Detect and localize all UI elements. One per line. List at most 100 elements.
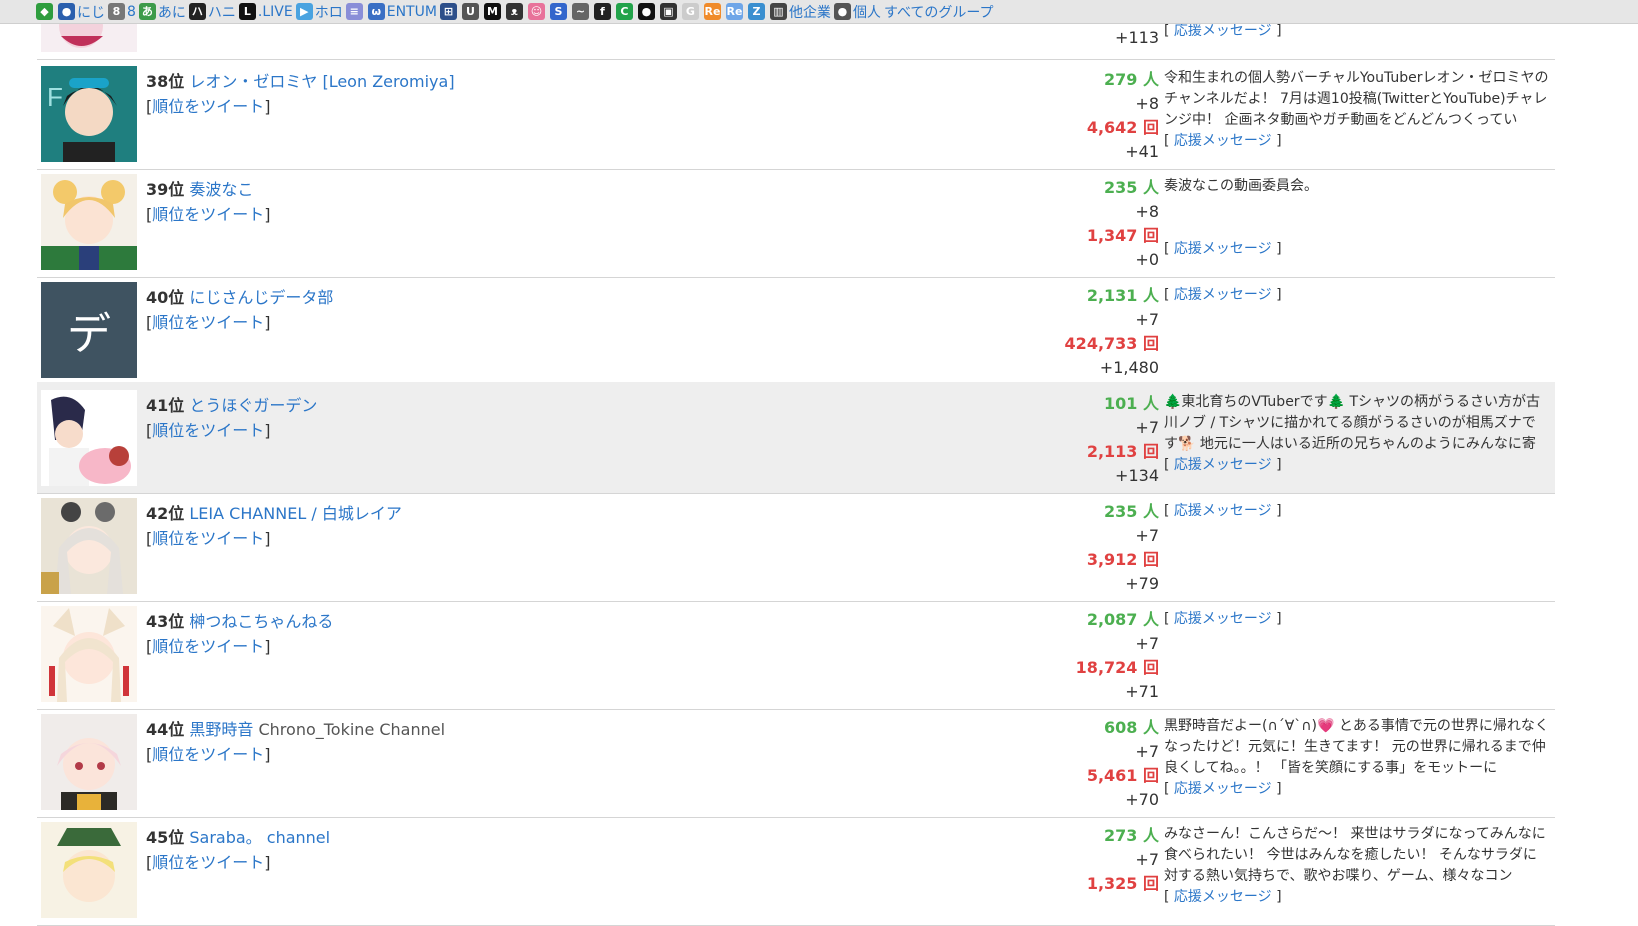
channel-name-link[interactable]: 榊つねこちゃんねる — [189, 612, 333, 631]
cheer-message-link[interactable]: 応援メッセージ — [1174, 503, 1272, 519]
tweet-rank-link[interactable]: 順位をツイート — [152, 637, 264, 656]
view-diff: +70 — [1125, 790, 1159, 809]
nav-item-3[interactable]: ああに — [138, 2, 186, 22]
nav-item-0[interactable]: ◆ — [36, 3, 55, 20]
view-diff: +134 — [1115, 466, 1159, 485]
nav-item-17[interactable]: C — [615, 3, 635, 20]
nav-item-12[interactable]: ᴥ — [505, 3, 525, 20]
nav-item-6[interactable]: ▶ ホロ — [295, 2, 343, 22]
tweet-rank-link[interactable]: 順位をツイート — [152, 421, 264, 440]
cheer-message-link[interactable]: 応援メッセージ — [1174, 457, 1272, 473]
subscriber-diff: +8 — [1135, 94, 1159, 113]
channel-thumbnail[interactable]: デ — [41, 282, 137, 378]
cheer-message-link[interactable]: 応援メッセージ — [1174, 241, 1272, 257]
view-count: 18,724 回 — [1075, 658, 1159, 677]
channel-name-link[interactable]: とうほぐガーデン — [189, 396, 317, 415]
tweet-rank-link[interactable]: 順位をツイート — [152, 529, 264, 548]
building-icon: ▥ — [769, 3, 787, 20]
nav-label: あに — [157, 4, 186, 21]
channel-name-suffix: Chrono_Tokine Channel — [258, 720, 446, 739]
nav-label: ハニ — [207, 4, 236, 21]
cheer-message-link[interactable]: 応援メッセージ — [1174, 889, 1272, 905]
nav-item-26[interactable]: すべてのグループ — [884, 2, 994, 22]
nav-item-24[interactable]: ▥ 他企業 — [769, 2, 831, 22]
cheer-line: [ 応援メッセージ ] — [1164, 781, 1282, 797]
channel-title: 44位 黒野時音 Chrono_Tokine Channel — [146, 716, 445, 740]
nav-item-15[interactable]: ~ — [571, 3, 591, 20]
stats-column: 235 人 +8 1,347 回 +0 — [1087, 176, 1159, 272]
channel-description: 🌲東北育ちのVTuberです🌲 Tシャツの柄がうるさい方が古川ノブ / Tシャツ… — [1164, 394, 1540, 452]
stats-column: 2,087 人 +7 18,724 回 +71 — [1076, 608, 1159, 704]
channel-thumbnail[interactable]: F — [41, 66, 137, 162]
channel-title: 38位 レオン・ゼロミヤ [Leon Zeromiya] — [146, 68, 455, 92]
nav-item-23[interactable]: Z — [747, 3, 767, 20]
nav-item-14[interactable]: S — [549, 3, 569, 20]
nav-item-21[interactable]: Re — [703, 3, 723, 20]
rank-label: 41位 — [146, 396, 185, 415]
cat-icon: ᴥ — [505, 3, 523, 20]
nav-item-2[interactable]: 88 — [108, 3, 136, 20]
tweet-rank-link[interactable]: 順位をツイート — [152, 205, 264, 224]
tweet-line: [順位をツイート] — [146, 313, 271, 332]
tweet-rank-link[interactable]: 順位をツイート — [152, 97, 264, 116]
channel-name-link[interactable]: にじさんじデータ部 — [189, 288, 333, 307]
subscriber-diff: +7 — [1135, 526, 1159, 545]
cheer-message-link[interactable]: 応援メッセージ — [1174, 287, 1272, 303]
nav-item-11[interactable]: M — [483, 3, 503, 20]
tweet-line: [順位をツイート] — [146, 205, 271, 224]
ani-icon: あ — [138, 3, 156, 20]
channel-title: 41位 とうほぐガーデン — [146, 392, 317, 416]
nav-item-13[interactable]: ☺ — [527, 3, 547, 20]
nav-item-25[interactable]: ● 個人 — [833, 2, 881, 22]
tweet-rank-link[interactable]: 順位をツイート — [152, 313, 264, 332]
subscriber-diff: +7 — [1135, 742, 1159, 761]
channel-thumbnail[interactable] — [41, 390, 137, 486]
nav-item-8[interactable]: ω ENTUM — [367, 3, 437, 20]
tweet-line: [順位をツイート] — [146, 745, 271, 764]
rank-label: 44位 — [146, 720, 185, 739]
subscriber-count: 2,087 人 — [1086, 610, 1159, 629]
nav-item-4[interactable]: ハハニ — [188, 2, 236, 22]
nav-item-5[interactable]: L .LIVE — [238, 3, 293, 20]
channel-name-link[interactable]: Saraba。 channel — [189, 828, 330, 847]
ranking-row: デ 40位 にじさんじデータ部 [順位をツイート] 2,131 人 +7 424,733… — [37, 274, 1555, 386]
rank-label: 40位 — [146, 288, 185, 307]
tweet-rank-link[interactable]: 順位をツイート — [152, 745, 264, 764]
re-blue-icon: Re — [725, 3, 743, 20]
nav-item-16[interactable]: f — [593, 3, 613, 20]
nav-label: 個人 — [852, 4, 881, 21]
subscriber-count: 2,131 人 — [1086, 286, 1159, 305]
channel-name-link[interactable]: 黒野時音 — [189, 720, 253, 739]
channel-name-link[interactable]: LEIA CHANNEL / 白城レイア — [189, 504, 401, 523]
nav-label: にじ — [77, 4, 105, 21]
channel-thumbnail[interactable] — [41, 714, 137, 810]
cheer-message-link[interactable]: 応援メッセージ — [1174, 781, 1272, 797]
channel-thumbnail[interactable] — [41, 606, 137, 702]
nav-item-1[interactable]: ● にじ — [58, 2, 105, 22]
cheer-message-link[interactable]: 応援メッセージ — [1174, 133, 1272, 149]
nav-item-19[interactable]: ▣ — [659, 3, 679, 20]
channel-name-link[interactable]: 奏波なこ — [189, 180, 253, 199]
tweet-rank-link[interactable]: 順位をツイート — [152, 853, 264, 872]
nav-item-7[interactable]: ≡ — [345, 3, 365, 20]
channel-name-link[interactable]: レオン・ゼロミヤ [Leon Zeromiya] — [189, 72, 454, 91]
nav-item-18[interactable]: ● — [637, 3, 657, 20]
hani-icon: ハ — [188, 3, 206, 20]
nav-item-20[interactable]: G — [681, 3, 701, 20]
cheer-link[interactable]: 応援メッセージ — [1174, 23, 1272, 39]
channel-thumbnail[interactable] — [41, 822, 137, 918]
nav-item-22[interactable]: Re — [725, 3, 745, 20]
nav-item-9[interactable]: ⊞ — [439, 3, 459, 20]
subscriber-diff: +7 — [1135, 850, 1159, 869]
entum-icon: ω — [367, 3, 385, 20]
re-icon: Re — [703, 3, 721, 20]
nav-item-10[interactable]: U — [461, 3, 481, 20]
rank-label: 39位 — [146, 180, 185, 199]
channel-thumbnail[interactable] — [41, 498, 137, 594]
cheer-message-link[interactable]: 応援メッセージ — [1174, 611, 1272, 627]
cheer-line: [ 応援メッセージ ] — [1164, 889, 1282, 905]
view-count: 424,733 回 — [1064, 334, 1159, 353]
channel-thumbnail[interactable] — [41, 174, 137, 270]
stats-column: 101 人 +7 2,113 回 +134 — [1087, 392, 1159, 488]
cheer-line: [ 応援メッセージ ] — [1164, 287, 1282, 303]
